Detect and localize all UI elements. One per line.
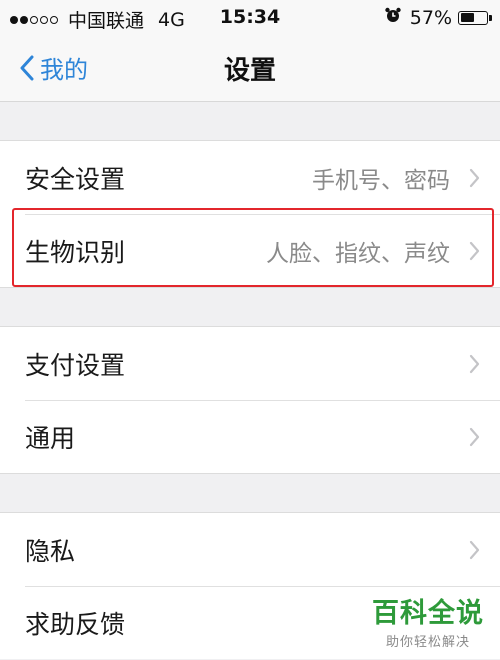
watermark-logo: 百科全说 助你轻松解决 bbox=[372, 591, 484, 650]
status-bar: 中国联通 4G 15:34 57% bbox=[0, 0, 500, 36]
settings-row-security[interactable]: 安全设置 手机号、密码 bbox=[0, 141, 500, 214]
chevron-right-icon bbox=[469, 540, 480, 560]
settings-group-general: 支付设置 通用 bbox=[0, 326, 500, 474]
battery-icon bbox=[458, 10, 492, 25]
chevron-right-icon bbox=[469, 241, 480, 261]
row-label: 求助反馈 bbox=[25, 609, 126, 639]
chevron-right-icon bbox=[469, 427, 480, 447]
watermark-subtitle: 助你轻松解决 bbox=[385, 635, 470, 650]
battery-percent: 57% bbox=[409, 6, 452, 29]
row-label: 通用 bbox=[25, 423, 76, 453]
settings-row-payment[interactable]: 支付设置 bbox=[0, 327, 500, 400]
status-right: 57% bbox=[384, 6, 492, 29]
row-label: 支付设置 bbox=[25, 350, 126, 380]
navigation-bar: 我的 设置 bbox=[0, 36, 500, 102]
settings-row-general[interactable]: 通用 bbox=[0, 400, 500, 473]
row-label: 隐私 bbox=[25, 536, 76, 566]
alarm-icon bbox=[384, 6, 402, 29]
settings-row-biometrics[interactable]: 生物识别 人脸、指纹、声纹 bbox=[0, 214, 500, 287]
row-label: 生物识别 bbox=[25, 237, 126, 267]
watermark-title: 百科全说 bbox=[372, 598, 484, 629]
page-title: 设置 bbox=[223, 56, 276, 86]
chevron-right-icon bbox=[469, 354, 480, 374]
row-label: 安全设置 bbox=[25, 164, 126, 194]
settings-row-privacy[interactable]: 隐私 bbox=[0, 513, 500, 586]
row-value: 手机号、密码 bbox=[312, 167, 450, 194]
row-value: 人脸、指纹、声纹 bbox=[266, 240, 450, 267]
settings-group-account: 安全设置 手机号、密码 生物识别 人脸、指纹、声纹 bbox=[0, 140, 500, 288]
chevron-right-icon bbox=[469, 168, 480, 188]
